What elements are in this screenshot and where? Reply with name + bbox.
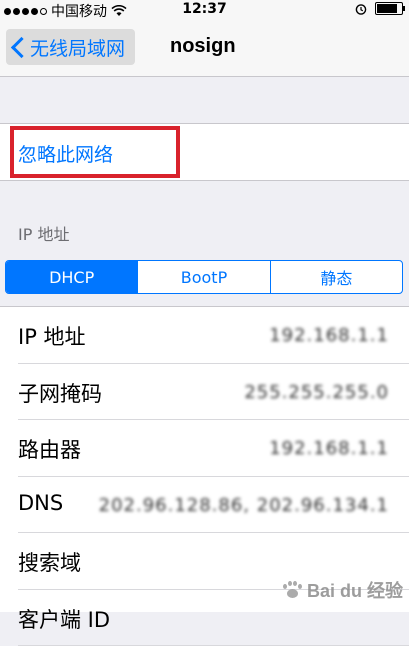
segment-bootp[interactable]: BootP	[138, 261, 270, 293]
row-value: 202.96.128.86, 202.96.134.1	[99, 495, 389, 516]
status-right	[355, 2, 403, 15]
status-bar: 中国移动 12:37	[0, 0, 409, 20]
row-label: 路由器	[18, 434, 81, 464]
ip-settings-table: IP 地址 192.168.1.1 子网掩码 255.255.255.0 路由器…	[0, 306, 409, 612]
chevron-left-icon	[11, 37, 32, 58]
row-value: 255.255.255.0	[244, 382, 389, 403]
back-button[interactable]: 无线局域网	[6, 29, 135, 65]
row-value: 192.168.1.1	[269, 438, 389, 459]
page-title: nosign	[170, 35, 236, 58]
table-row[interactable]: 子网掩码 255.255.255.0	[0, 364, 409, 421]
battery-icon	[375, 2, 403, 15]
watermark-text: Bai du 经验	[307, 577, 403, 603]
row-value: 192.168.1.1	[269, 325, 389, 346]
segment-static[interactable]: 静态	[271, 261, 402, 293]
row-label: 搜索域	[18, 547, 81, 577]
alarm-clock-icon	[355, 3, 367, 15]
row-label: 子网掩码	[18, 378, 102, 408]
table-row[interactable]: DNS 202.96.128.86, 202.96.134.1	[0, 477, 409, 534]
ip-mode-segmented-control: DHCP BootP 静态	[5, 260, 403, 294]
highlight-annotation-box	[10, 126, 180, 178]
back-button-label: 无线局域网	[30, 34, 125, 61]
row-label: IP 地址	[18, 321, 86, 351]
paw-logo-icon	[281, 581, 303, 599]
table-row[interactable]: IP 地址 192.168.1.1	[0, 307, 409, 364]
table-row[interactable]: 路由器 192.168.1.1	[0, 420, 409, 477]
navigation-bar: 无线局域网 nosign	[0, 20, 409, 77]
ip-section-header: IP 地址	[18, 221, 69, 245]
status-time: 12:37	[0, 1, 409, 17]
row-label: 客户端 ID	[18, 604, 110, 634]
row-label: DNS	[18, 491, 63, 515]
battery-fill	[377, 4, 397, 13]
watermark: Bai du 经验	[281, 577, 403, 603]
segment-dhcp[interactable]: DHCP	[6, 261, 138, 293]
